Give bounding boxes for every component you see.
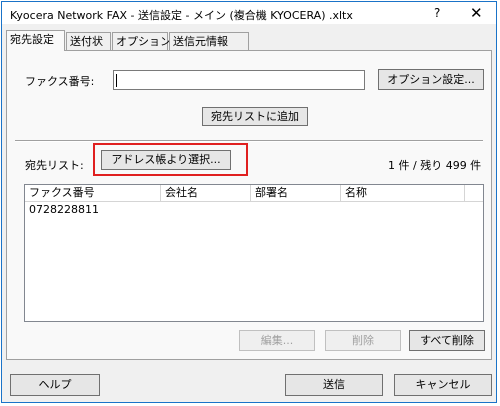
help-button[interactable]: ヘルプ [10, 374, 100, 396]
text-caret [116, 74, 117, 87]
list-row[interactable]: 0728228811 [25, 203, 483, 217]
tab-destination-settings[interactable]: 宛先設定 [6, 30, 65, 51]
tab-cover-sheet[interactable]: 送付状 [66, 32, 111, 50]
fax-number-input[interactable] [113, 70, 365, 90]
window-title: Kyocera Network FAX - 送信設定 - メイン (複合機 KY… [10, 9, 353, 22]
send-button[interactable]: 送信 [285, 374, 383, 396]
delete-button[interactable]: 削除 [325, 330, 401, 351]
tab-sender-info[interactable]: 送信元情報 [169, 32, 249, 50]
separator-highlight [15, 141, 483, 142]
help-icon[interactable]: ? [434, 6, 440, 20]
close-icon[interactable]: ✕ [470, 4, 483, 22]
delete-all-button[interactable]: すべて削除 [409, 330, 485, 351]
title-bar[interactable]: Kyocera Network FAX - 送信設定 - メイン (複合機 KY… [2, 2, 496, 24]
entry-count-text: 1 件 / 残り 499 件 [388, 159, 482, 172]
select-from-addressbook-button[interactable]: アドレス帳より選択... [101, 150, 231, 170]
add-to-list-button[interactable]: 宛先リストに追加 [202, 107, 308, 126]
fax-number-label: ファクス番号: [25, 75, 95, 88]
column-header-fax-number[interactable]: ファクス番号 [25, 185, 161, 201]
cancel-button[interactable]: キャンセル [394, 374, 492, 396]
column-header-name[interactable]: 名称 [341, 185, 465, 201]
options-settings-button[interactable]: オプション設定... [378, 69, 484, 90]
column-header-department[interactable]: 部署名 [251, 185, 341, 201]
dialog-window: Kyocera Network FAX - 送信設定 - メイン (複合機 KY… [1, 1, 497, 403]
destination-list-label: 宛先リスト: [25, 159, 84, 172]
edit-button[interactable]: 編集... [239, 330, 315, 351]
list-header: ファクス番号 会社名 部署名 名称 [25, 185, 483, 202]
destination-list[interactable]: ファクス番号 会社名 部署名 名称 0728228811 [24, 184, 484, 322]
destination-settings-panel: ファクス番号: オプション設定... 宛先リストに追加 宛先リスト: アドレス帳… [6, 50, 492, 360]
list-cell-fax-number: 0728228811 [29, 203, 99, 216]
column-header-company[interactable]: 会社名 [161, 185, 251, 201]
tab-options[interactable]: オプション [112, 32, 171, 50]
